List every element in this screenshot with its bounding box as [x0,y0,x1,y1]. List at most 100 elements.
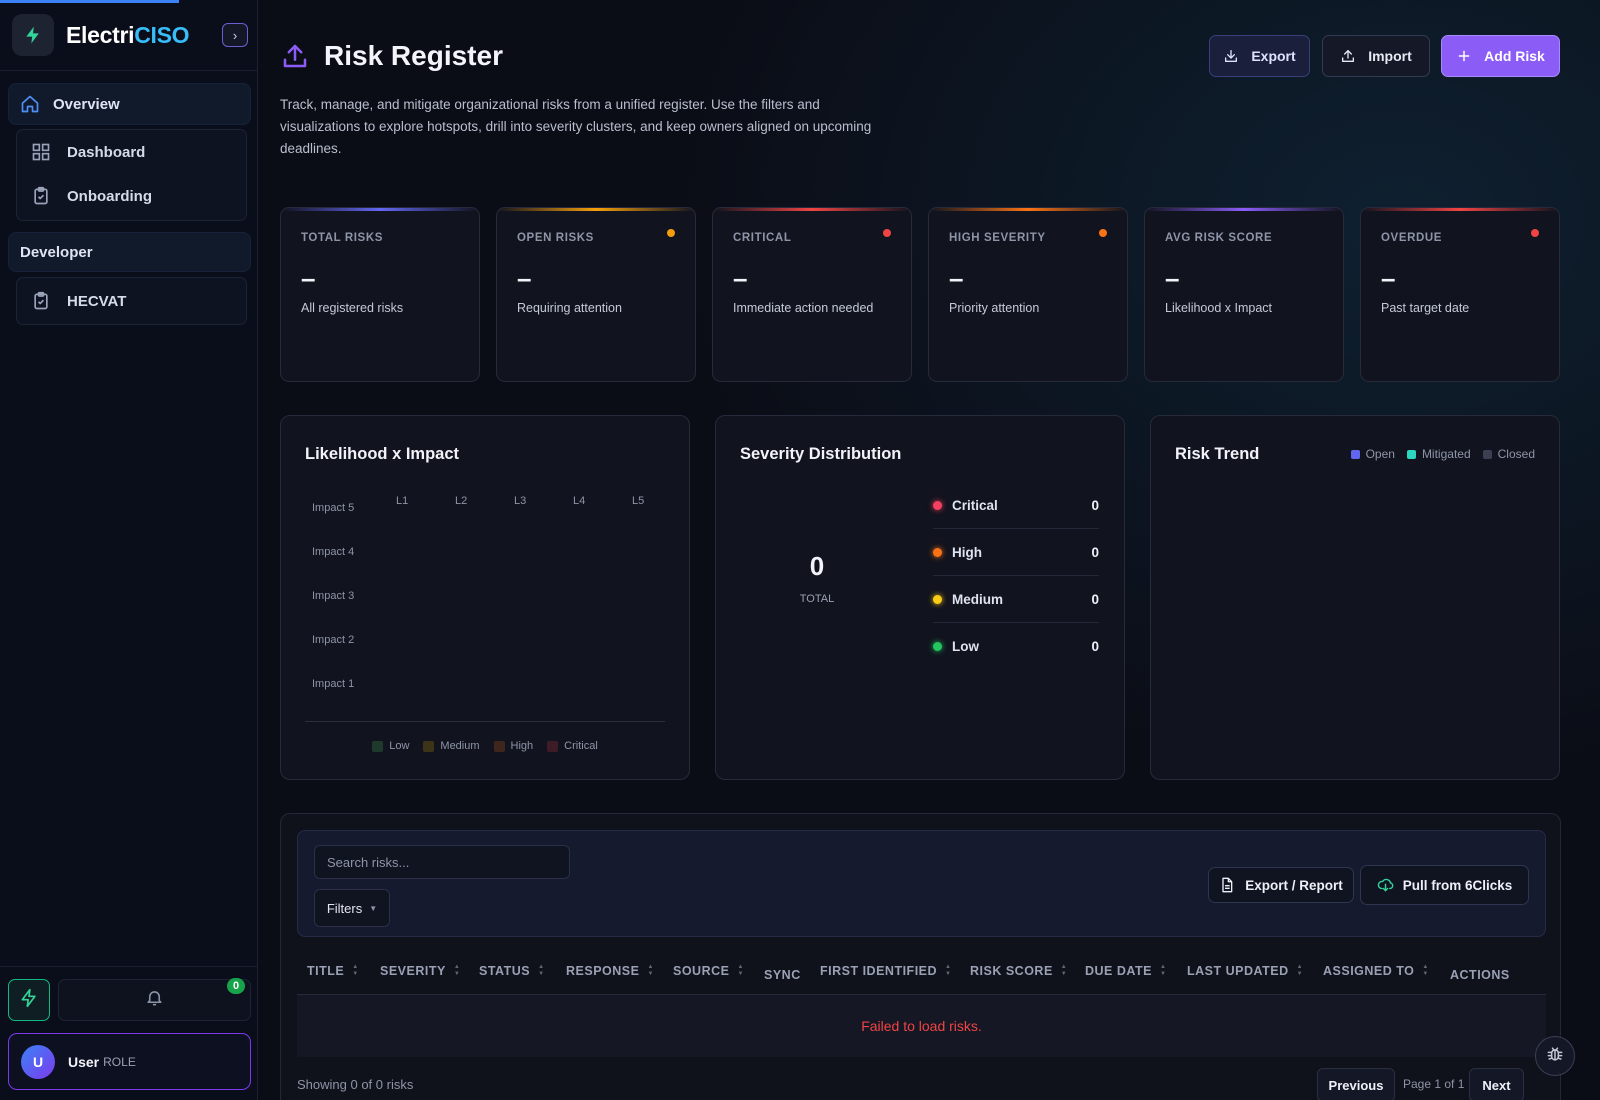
sidebar-item-overview[interactable]: Overview [8,83,251,125]
panel-title: Risk Trend [1175,445,1260,463]
page-title: Risk Register [324,40,503,71]
legend-item-open[interactable]: Open [1350,447,1395,461]
severity-distribution-panel: Severity Distribution 0 TOTAL Critical 0… [715,415,1125,780]
sidebar-item-hecvat[interactable]: HECVAT [17,278,246,324]
stat-card-avg-risk-score: AVG RISK SCORE – Likelihood x Impact [1144,207,1344,382]
accent-bar [1145,208,1343,211]
sort-icon: ▲ ▼ [1422,964,1429,977]
legend-item-critical: Critical [547,740,598,752]
stat-card-open-risks: OPEN RISKS – Requiring attention [496,207,696,382]
legend-item-closed[interactable]: Closed [1482,447,1535,461]
severity-row-medium: Medium 0 [933,576,1099,623]
plus-icon [1456,47,1474,65]
severity-total-label: TOTAL [799,593,835,605]
heatmap-column-label: L3 [514,495,527,507]
legend-swatch [547,740,559,752]
sidebar: ElectriCISO › Overview Dashboard Onboard… [0,0,258,1100]
filters-button-label: Filters [326,900,363,916]
column-label: LAST UPDATED [1187,964,1289,978]
severity-value: 0 [1091,591,1099,607]
notifications-button[interactable]: 0 [58,978,251,1021]
column-label: TITLE [307,964,345,978]
column-header-assigned-to[interactable]: ASSIGNED TO ▲ ▼ [1323,947,1429,995]
legend-label: Critical [564,740,598,752]
next-page-button[interactable]: Next [1469,1068,1524,1100]
legend-swatch [372,740,384,752]
add-risk-button[interactable]: Add Risk [1441,35,1560,77]
sidebar-item-dashboard[interactable]: Dashboard [17,130,246,174]
column-header-first-identified[interactable]: FIRST IDENTIFIED ▲ ▼ [820,947,951,995]
upload-icon [1340,47,1358,65]
sidebar-item-label: Onboarding [67,187,152,205]
sidebar-item-onboarding[interactable]: Onboarding [17,174,246,218]
quick-action-button[interactable] [8,979,50,1021]
column-header-source[interactable]: SOURCE ▲ ▼ [673,947,744,995]
accent-bar [713,208,911,211]
export-report-button[interactable]: Export / Report [1208,867,1354,903]
stat-label: OVERDUE [1381,232,1443,244]
heatmap-legend: Low Medium High Critical [281,740,689,752]
stat-subtitle: Immediate action needed [733,301,874,315]
grid-icon [31,141,53,163]
user-menu[interactable]: U User ROLE [8,1033,251,1090]
legend-item-mitigated[interactable]: Mitigated [1406,447,1471,461]
divider [0,70,258,71]
panel-title: Severity Distribution [740,445,902,463]
column-header-last-updated[interactable]: LAST UPDATED ▲ ▼ [1187,947,1303,995]
stat-label: CRITICAL [733,232,792,244]
accent-bar [1361,208,1559,211]
cloud-download-icon [1377,877,1394,894]
import-button[interactable]: Import [1322,35,1430,77]
column-header-risk-score[interactable]: RISK SCORE ▲ ▼ [970,947,1067,995]
page-indicator: Page 1 of 1 [1403,1077,1465,1091]
sidebar-toggle-button[interactable]: › [222,23,248,47]
legend-item-high: High [493,740,533,752]
heatmap-column-label: L5 [632,495,645,507]
previous-page-button[interactable]: Previous [1317,1068,1395,1100]
column-header-response[interactable]: RESPONSE ▲ ▼ [566,947,654,995]
pull-button-label: Pull from 6Clicks [1402,877,1513,893]
column-label: DUE DATE [1085,964,1152,978]
severity-label: Low [952,639,979,654]
sidebar-section-label: Developer [20,243,93,261]
export-report-label: Export / Report [1245,877,1343,893]
severity-dot [933,594,942,604]
bug-report-button[interactable] [1535,1036,1575,1076]
heatmap-row-label: Impact 1 [312,678,355,690]
stat-subtitle: Past target date [1381,301,1470,315]
sort-icon: ▲ ▼ [737,964,744,977]
pull-from-6clicks-button[interactable]: Pull from 6Clicks [1360,865,1529,905]
severity-label: Critical [952,497,998,513]
legend-label: Closed [1497,447,1535,461]
brand-name: ElectriCISO [66,21,190,48]
column-header-severity[interactable]: SEVERITY ▲ ▼ [380,947,460,995]
table-toolbar: Filters ▼ Export / Report Pull from 6Cli… [297,830,1546,937]
sidebar-section-developer[interactable]: Developer [8,232,251,272]
stat-value: – [949,263,964,293]
column-label: SYNC [764,968,801,982]
legend-swatch [1406,449,1416,459]
sidebar-item-label: Overview [53,95,120,113]
loading-progress-bar [0,0,179,3]
clipboard-check-icon [31,185,53,207]
column-header-status[interactable]: STATUS ▲ ▼ [479,947,545,995]
stat-value: – [1165,263,1180,293]
stat-value: – [1381,263,1396,293]
sort-icon: ▲ ▼ [647,964,654,977]
heatmap-row-label: Impact 2 [312,634,355,646]
search-input[interactable] [314,845,570,879]
accent-bar [281,208,479,211]
legend-label: Medium [440,740,480,752]
bug-icon [1545,1044,1565,1069]
severity-dot [933,547,942,557]
filters-button[interactable]: Filters ▼ [314,889,390,927]
severity-dot [933,642,942,651]
column-header-due-date[interactable]: DUE DATE ▲ ▼ [1085,947,1166,995]
severity-dot [933,500,942,510]
stat-value: – [301,263,316,293]
status-dot [667,229,675,237]
panel-title: Likelihood x Impact [305,445,460,463]
export-button[interactable]: Export [1209,35,1310,77]
download-icon [1223,47,1241,65]
column-header-title[interactable]: TITLE ▲ ▼ [307,947,359,995]
